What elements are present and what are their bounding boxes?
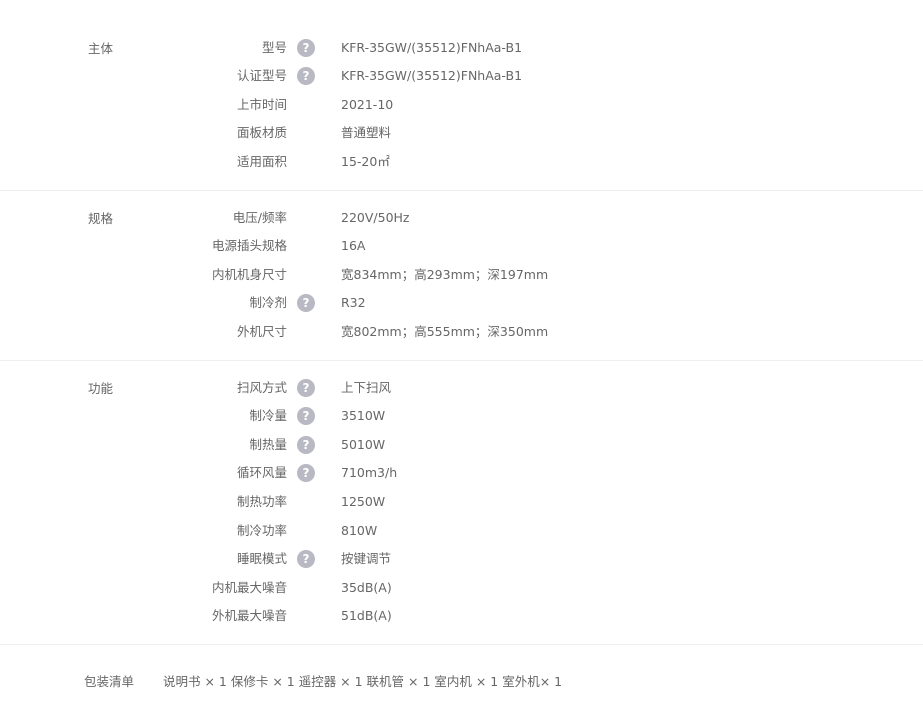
spec-label: 制冷剂 — [249, 295, 287, 310]
question-circle-icon[interactable]: ? — [297, 464, 315, 482]
question-circle-icon[interactable]: ? — [297, 436, 315, 454]
spec-row-applicable-area: 适用面积 15-20㎡ — [0, 152, 923, 172]
spec-value: 1250W — [341, 494, 386, 509]
spec-row-cooling-power: 制冷功率 810W — [0, 521, 923, 541]
spec-value: 普通塑料 — [341, 125, 392, 140]
spec-label: 电源插头规格 — [211, 238, 287, 253]
spec-value: 16A — [341, 238, 366, 253]
question-circle-icon[interactable]: ? — [297, 67, 315, 85]
spec-value: 15-20㎡ — [341, 154, 390, 169]
spec-row-cert-model: 认证型号 ? KFR-35GW/(35512)FNhAa-B1 — [0, 66, 923, 86]
spec-label: 制热量 — [249, 437, 287, 452]
package-contents: 说明书 × 1 保修卡 × 1 遥控器 × 1 联机管 × 1 室内机 × 1 … — [163, 674, 563, 689]
spec-value: 宽802mm；高555mm；深350mm — [341, 324, 549, 339]
spec-value: KFR-35GW/(35512)FNhAa-B1 — [341, 68, 523, 83]
spec-label: 面板材质 — [236, 125, 287, 140]
spec-row-airflow: 循环风量 ? 710m3/h — [0, 463, 923, 483]
spec-value: 35dB(A) — [341, 580, 392, 595]
spec-value: 5010W — [341, 437, 386, 452]
spec-row-refrigerant: 制冷剂 ? R32 — [0, 293, 923, 313]
spec-row-model: 型号 ? KFR-35GW/(35512)FNhAa-B1 — [0, 38, 923, 58]
spec-label: 型号 — [261, 40, 287, 55]
spec-label: 内机机身尺寸 — [211, 267, 287, 282]
spec-row-panel-material: 面板材质 普通塑料 — [0, 123, 923, 143]
spec-row-heating-power: 制热功率 1250W — [0, 492, 923, 512]
spec-label: 适用面积 — [236, 154, 287, 169]
section-specs: 规格 电压/频率 220V/50Hz 电源插头规格 16A 内机机身尺寸 宽83… — [0, 191, 923, 361]
spec-label: 内机最大噪音 — [211, 580, 287, 595]
question-circle-icon[interactable]: ? — [297, 379, 315, 397]
question-circle-icon[interactable]: ? — [297, 407, 315, 425]
spec-label: 外机最大噪音 — [211, 608, 287, 623]
spec-label: 外机尺寸 — [236, 324, 287, 339]
spec-row-sleep-mode: 睡眠模式 ? 按键调节 — [0, 549, 923, 569]
spec-value: 710m3/h — [341, 465, 398, 480]
spec-row-indoor-size: 内机机身尺寸 宽834mm；高293mm；深197mm — [0, 265, 923, 285]
spec-label: 上市时间 — [236, 97, 287, 112]
spec-label: 制冷量 — [249, 408, 287, 423]
spec-value: 宽834mm；高293mm；深197mm — [341, 267, 549, 282]
package-list: 包装清单 说明书 × 1 保修卡 × 1 遥控器 × 1 联机管 × 1 室内机… — [0, 672, 923, 692]
spec-label: 制热功率 — [236, 494, 287, 509]
spec-value: 3510W — [341, 408, 386, 423]
spec-row-release-date: 上市时间 2021-10 — [0, 95, 923, 115]
spec-row-voltage: 电压/频率 220V/50Hz — [0, 208, 923, 228]
spec-value: 810W — [341, 523, 378, 538]
spec-value: 2021-10 — [341, 97, 394, 112]
spec-value: KFR-35GW/(35512)FNhAa-B1 — [341, 40, 523, 55]
spec-value: 上下扫风 — [341, 380, 392, 395]
spec-label: 睡眠模式 — [236, 551, 287, 566]
spec-row-heating-capacity: 制热量 ? 5010W — [0, 435, 923, 455]
spec-row-outdoor-size: 外机尺寸 宽802mm；高555mm；深350mm — [0, 322, 923, 342]
section-functions: 功能 扫风方式 ? 上下扫风 制冷量 ? 3510W 制热量 ? 5010W 循… — [0, 361, 923, 645]
spec-label: 循环风量 — [236, 465, 287, 480]
spec-label: 扫风方式 — [236, 380, 287, 395]
spec-row-cooling-capacity: 制冷量 ? 3510W — [0, 406, 923, 426]
spec-value: R32 — [341, 295, 366, 310]
spec-value: 220V/50Hz — [341, 210, 410, 225]
question-circle-icon[interactable]: ? — [297, 550, 315, 568]
spec-value: 按键调节 — [341, 551, 392, 566]
spec-label: 认证型号 — [236, 68, 287, 83]
package-label: 包装清单 — [84, 674, 135, 689]
question-circle-icon[interactable]: ? — [297, 39, 315, 57]
spec-row-swing: 扫风方式 ? 上下扫风 — [0, 378, 923, 398]
spec-value: 51dB(A) — [341, 608, 392, 623]
spec-row-plug: 电源插头规格 16A — [0, 236, 923, 256]
section-main: 主体 型号 ? KFR-35GW/(35512)FNhAa-B1 认证型号 ? … — [0, 0, 923, 191]
spec-row-indoor-noise: 内机最大噪音 35dB(A) — [0, 578, 923, 598]
question-circle-icon[interactable]: ? — [297, 294, 315, 312]
spec-row-outdoor-noise: 外机最大噪音 51dB(A) — [0, 606, 923, 626]
spec-label: 制冷功率 — [236, 523, 287, 538]
spec-label: 电压/频率 — [232, 210, 287, 225]
